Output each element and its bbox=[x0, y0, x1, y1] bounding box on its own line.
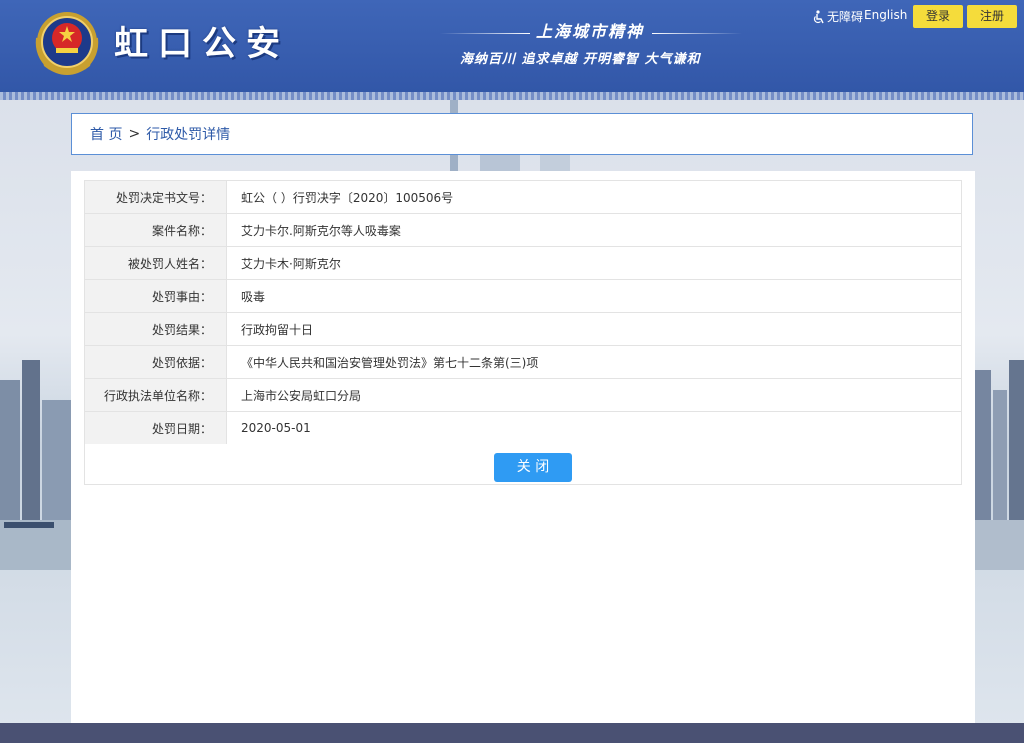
spirit-title: 上海城市精神 bbox=[536, 22, 645, 41]
login-button[interactable]: 登录 bbox=[913, 5, 963, 28]
row-label: 处罚决定书文号： bbox=[84, 180, 227, 214]
accessibility-label: 无障碍 bbox=[827, 10, 864, 24]
row-value: 上海市公安局虹口分局 bbox=[226, 378, 962, 412]
accessibility-link[interactable]: 无障碍 bbox=[812, 8, 863, 25]
row-value: 《中华人民共和国治安管理处罚法》第七十二条第(三)项 bbox=[226, 345, 962, 379]
breadcrumb-current: 行政处罚详情 bbox=[146, 127, 231, 143]
penalty-detail-table: 处罚决定书文号： 虹公（ ）行罚决字〔2020〕100506号 案件名称： 艾力… bbox=[84, 180, 962, 445]
breadcrumb-home-link[interactable]: 首 页 bbox=[90, 124, 122, 144]
register-button[interactable]: 注册 bbox=[967, 5, 1017, 28]
english-link[interactable]: English bbox=[864, 8, 907, 22]
breadcrumb-separator: > bbox=[128, 126, 141, 142]
site-header: 虹口公安 上海城市精神 海纳百川 追求卓越 开明睿智 大气谦和 无障碍 Engl… bbox=[0, 0, 1024, 92]
row-value: 虹公（ ）行罚决字〔2020〕100506号 bbox=[226, 180, 962, 214]
decor-line-left bbox=[440, 33, 530, 34]
row-value: 2020-05-01 bbox=[226, 411, 962, 445]
police-emblem-icon bbox=[35, 12, 99, 75]
table-row: 处罚事由： 吸毒 bbox=[84, 279, 962, 313]
row-label: 处罚结果： bbox=[84, 312, 227, 346]
row-label: 处罚事由： bbox=[84, 279, 227, 313]
row-label: 被处罚人姓名： bbox=[84, 246, 227, 280]
row-value: 行政拘留十日 bbox=[226, 312, 962, 346]
table-row: 行政执法单位名称： 上海市公安局虹口分局 bbox=[84, 378, 962, 412]
spirit-slogan: 海纳百川 追求卓越 开明睿智 大气谦和 bbox=[460, 52, 701, 67]
row-value: 吸毒 bbox=[226, 279, 962, 313]
row-label: 行政执法单位名称： bbox=[84, 378, 227, 412]
breadcrumb: 首 页 > 行政处罚详情 bbox=[71, 113, 973, 155]
close-button[interactable]: 关 闭 bbox=[494, 453, 572, 482]
detail-panel: 处罚决定书文号： 虹公（ ）行罚决字〔2020〕100506号 案件名称： 艾力… bbox=[71, 171, 975, 723]
table-row: 处罚依据： 《中华人民共和国治安管理处罚法》第七十二条第(三)项 bbox=[84, 345, 962, 379]
site-name: 虹口公安 bbox=[114, 24, 290, 64]
header-divider bbox=[0, 92, 1024, 100]
table-row: 案件名称： 艾力卡尔.阿斯克尔等人吸毒案 bbox=[84, 213, 962, 247]
background-skyline-left bbox=[0, 360, 72, 570]
row-label: 处罚依据： bbox=[84, 345, 227, 379]
table-row: 处罚决定书文号： 虹公（ ）行罚决字〔2020〕100506号 bbox=[84, 180, 962, 214]
table-row: 处罚结果： 行政拘留十日 bbox=[84, 312, 962, 346]
footer-bar bbox=[0, 723, 1024, 743]
table-row: 被处罚人姓名： 艾力卡木·阿斯克尔 bbox=[84, 246, 962, 280]
row-label: 案件名称： bbox=[84, 213, 227, 247]
decor-line-right bbox=[652, 33, 742, 34]
action-row: 关 闭 bbox=[84, 444, 962, 485]
row-value: 艾力卡尔.阿斯克尔等人吸毒案 bbox=[226, 213, 962, 247]
row-label: 处罚日期： bbox=[84, 411, 227, 445]
table-row: 处罚日期： 2020-05-01 bbox=[84, 411, 962, 445]
wheelchair-icon bbox=[813, 9, 824, 23]
row-value: 艾力卡木·阿斯克尔 bbox=[226, 246, 962, 280]
background-skyline-right bbox=[975, 360, 1024, 570]
